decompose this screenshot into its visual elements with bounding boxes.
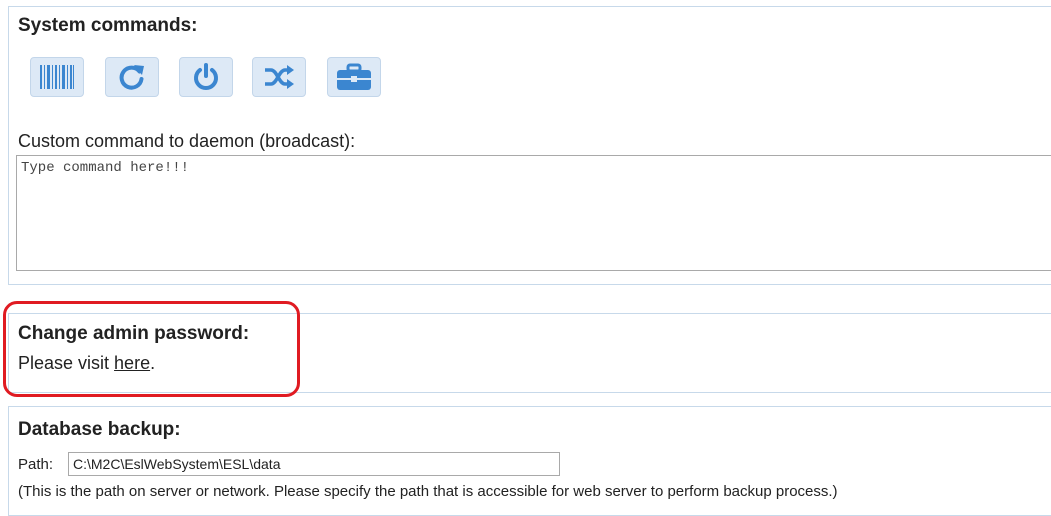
briefcase-icon (337, 63, 371, 90)
database-backup-panel: Database backup: Path: (This is the path… (8, 406, 1051, 516)
admin-password-panel: Change admin password: Please visit here… (8, 313, 1051, 393)
refresh-icon (119, 65, 144, 90)
database-backup-title: Database backup: (18, 419, 181, 440)
period-text: . (150, 353, 156, 373)
admin-password-title: Change admin password: (18, 323, 250, 344)
power-icon (194, 63, 218, 90)
shuffle-button[interactable] (252, 57, 306, 97)
path-note: (This is the path on server or network. … (18, 483, 838, 500)
system-commands-panel: System commands: Custom command to daemo… (8, 6, 1051, 285)
custom-command-textarea[interactable] (16, 155, 1051, 271)
system-commands-title: System commands: (18, 15, 198, 36)
barcode-icon (40, 65, 74, 89)
visit-text: Please visit (18, 353, 115, 373)
barcode-button[interactable] (30, 57, 84, 97)
path-input[interactable] (68, 452, 560, 476)
admin-password-text: Please visit here. (18, 353, 155, 374)
refresh-button[interactable] (105, 57, 159, 97)
custom-command-label: Custom command to daemon (broadcast): (18, 131, 356, 151)
shuffle-icon (265, 65, 294, 89)
here-link[interactable]: here (114, 353, 150, 373)
power-button[interactable] (179, 57, 233, 97)
path-label: Path: (18, 456, 54, 473)
briefcase-button[interactable] (327, 57, 381, 97)
